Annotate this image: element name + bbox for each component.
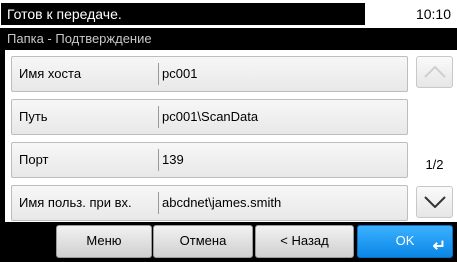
row-path[interactable]: Путь pc001\ScanData (11, 99, 408, 135)
row-label: Имя хоста (19, 66, 82, 81)
page-indicator: 1/2 (425, 157, 444, 172)
row-divider (158, 63, 159, 85)
row-label: Порт (19, 152, 49, 167)
status-message: Готов к передаче. (1, 3, 365, 25)
chevron-down-icon (423, 196, 446, 208)
row-value: pc001\ScanData (162, 109, 259, 124)
row-value: abcdnet\james.smith (162, 195, 282, 210)
scroll-up-button[interactable] (416, 56, 453, 88)
row-login-user[interactable]: Имя польз. при вх. abcdnet\james.smith (11, 185, 408, 221)
row-port[interactable]: Порт 139 (11, 142, 408, 178)
row-label: Путь (19, 109, 48, 124)
row-value: pc001 (162, 66, 198, 81)
row-divider (158, 149, 159, 171)
ok-button[interactable]: OK ↵ (357, 225, 453, 258)
row-value: 139 (162, 152, 184, 167)
row-divider (158, 106, 159, 128)
menu-button[interactable]: Меню (56, 225, 152, 258)
status-bar: Готов к передаче. 10:10 (0, 0, 457, 28)
enter-icon: ↵ (432, 238, 446, 255)
screen-title: Папка - Подтверждение (7, 31, 152, 46)
cancel-button[interactable]: Отмена (153, 225, 253, 258)
row-divider (158, 192, 159, 214)
ok-label: OK (395, 233, 415, 248)
scroll-down-button[interactable] (416, 186, 453, 218)
row-label: Имя польз. при вх. (19, 195, 132, 210)
back-button[interactable]: < Назад (255, 225, 354, 258)
chevron-up-icon (423, 66, 446, 78)
clock: 10:10 (415, 6, 451, 22)
row-hostname[interactable]: Имя хоста pc001 (11, 56, 408, 92)
